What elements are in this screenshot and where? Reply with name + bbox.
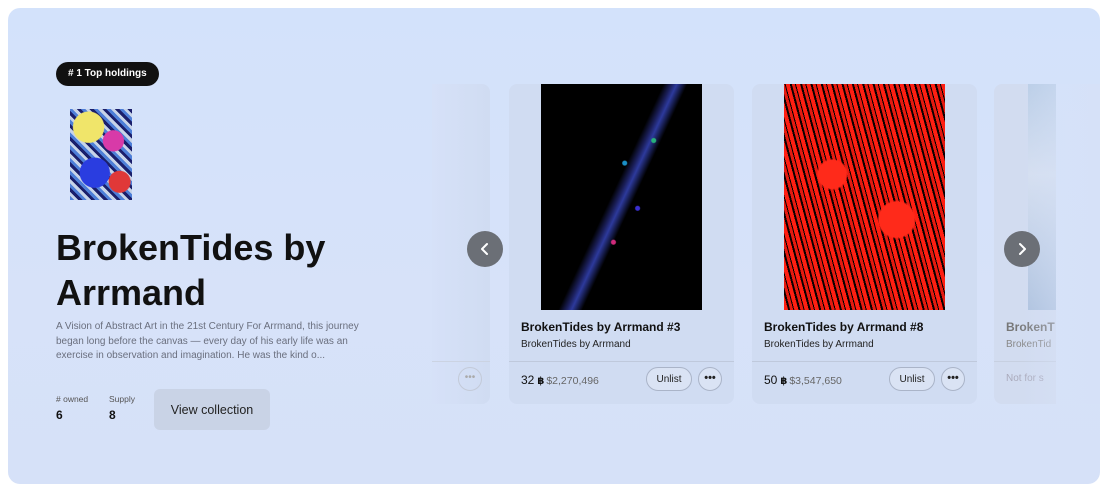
collection-description: A Vision of Abstract Art in the 21st Cen… — [56, 321, 359, 361]
supply-stat: Supply 8 — [109, 394, 135, 422]
nft-holding: 32 ฿ $2,270,496 — [521, 373, 599, 387]
collection-thumbnail[interactable] — [70, 109, 132, 200]
carousel-next-button[interactable] — [1004, 231, 1040, 267]
nft-holding: 50 ฿ $3,547,650 — [764, 373, 842, 387]
supply-label: Supply — [109, 394, 135, 404]
coin-icon: ฿ — [780, 376, 788, 387]
collection-title: BrokenTides by Arrmand — [56, 227, 326, 313]
owned-label: # owned — [56, 394, 89, 404]
more-options-button[interactable]: ••• — [698, 367, 722, 391]
nft-collection-name: BrokenTides by Arrmand — [764, 339, 874, 350]
unlist-button[interactable]: Unlist — [646, 367, 692, 391]
owned-stat: # owned 6 — [56, 394, 88, 422]
owned-value: 6 — [56, 408, 63, 422]
holding-usd-value: $3,547,650 — [789, 375, 842, 387]
carousel-prev-button[interactable] — [467, 231, 503, 267]
card-divider — [432, 361, 490, 362]
nft-artwork-image[interactable] — [784, 84, 945, 310]
top-holdings-badge: # 1 Top holdings — [56, 62, 159, 86]
carousel-card[interactable]: BrokenTides by Arrmand #3 BrokenTides by… — [509, 84, 734, 404]
view-collection-button[interactable]: View collection — [154, 389, 270, 430]
more-options-button[interactable]: ••• — [941, 367, 965, 391]
nft-artwork-image[interactable] — [541, 84, 702, 310]
holding-quantity: 50 — [764, 373, 778, 387]
chevron-left-icon — [481, 243, 488, 255]
carousel-card[interactable]: BrokenTides by Arrmand #8 BrokenTides by… — [752, 84, 977, 404]
nft-name: BrokenTides by Arrmand #8 — [764, 320, 924, 334]
card-divider — [509, 361, 734, 362]
chevron-right-icon — [1019, 243, 1026, 255]
holding-usd-value: $2,270,496 — [546, 375, 599, 387]
nft-collection-name: BrokenTides by Arrmand — [521, 339, 631, 350]
nft-name: BrokenTides by Arrmand #3 — [521, 320, 681, 334]
holding-quantity: 32 — [521, 373, 535, 387]
coin-icon: ฿ — [537, 376, 545, 387]
top-holdings-panel: # 1 Top holdings BrokenTides by Arrmand … — [8, 8, 1100, 484]
more-options-button[interactable]: ••• — [458, 367, 482, 391]
supply-value: 8 — [109, 408, 116, 422]
card-divider — [752, 361, 977, 362]
unlist-button[interactable]: Unlist — [889, 367, 935, 391]
